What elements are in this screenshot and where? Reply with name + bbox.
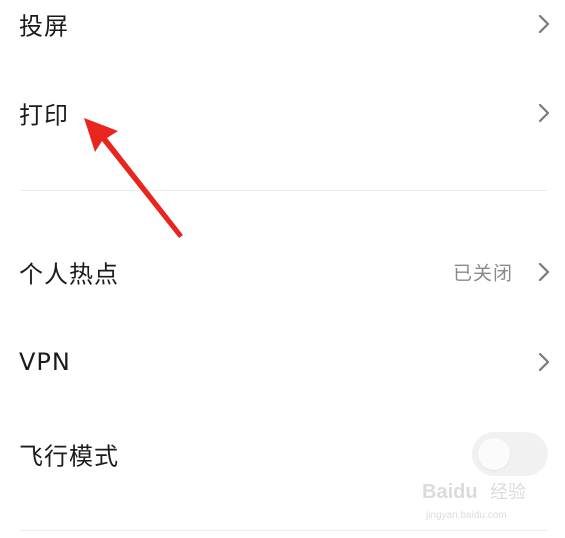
settings-row-print[interactable]: 打印 bbox=[0, 81, 565, 145]
hotspot-label: 个人热点 bbox=[19, 260, 119, 289]
airplane-mode-label: 飞行模式 bbox=[19, 442, 119, 471]
watermark-url: jingyan.baidu.com bbox=[425, 510, 507, 521]
settings-row-screen-cast[interactable]: 投屏 bbox=[0, 0, 565, 56]
watermark-text: 经验 bbox=[490, 482, 526, 503]
baidu-jingyan-watermark: Baidu 经验 jingyan.baidu.com bbox=[422, 481, 526, 521]
chevron-right-icon bbox=[538, 103, 550, 123]
section-divider bbox=[20, 190, 547, 191]
print-label: 打印 bbox=[19, 101, 69, 130]
chevron-right-icon bbox=[538, 352, 550, 372]
chevron-right-icon bbox=[538, 14, 550, 34]
settings-row-hotspot[interactable]: 个人热点 已关闭 bbox=[0, 240, 565, 304]
chevron-right-icon bbox=[538, 262, 550, 282]
screen-cast-label: 投屏 bbox=[19, 12, 69, 41]
hotspot-status: 已关闭 bbox=[452, 262, 513, 285]
toggle-knob bbox=[478, 438, 510, 470]
watermark-brand: Baidu bbox=[422, 481, 478, 503]
bottom-divider bbox=[20, 530, 547, 531]
settings-row-vpn[interactable]: VPN bbox=[0, 330, 565, 394]
vpn-label: VPN bbox=[19, 348, 71, 376]
